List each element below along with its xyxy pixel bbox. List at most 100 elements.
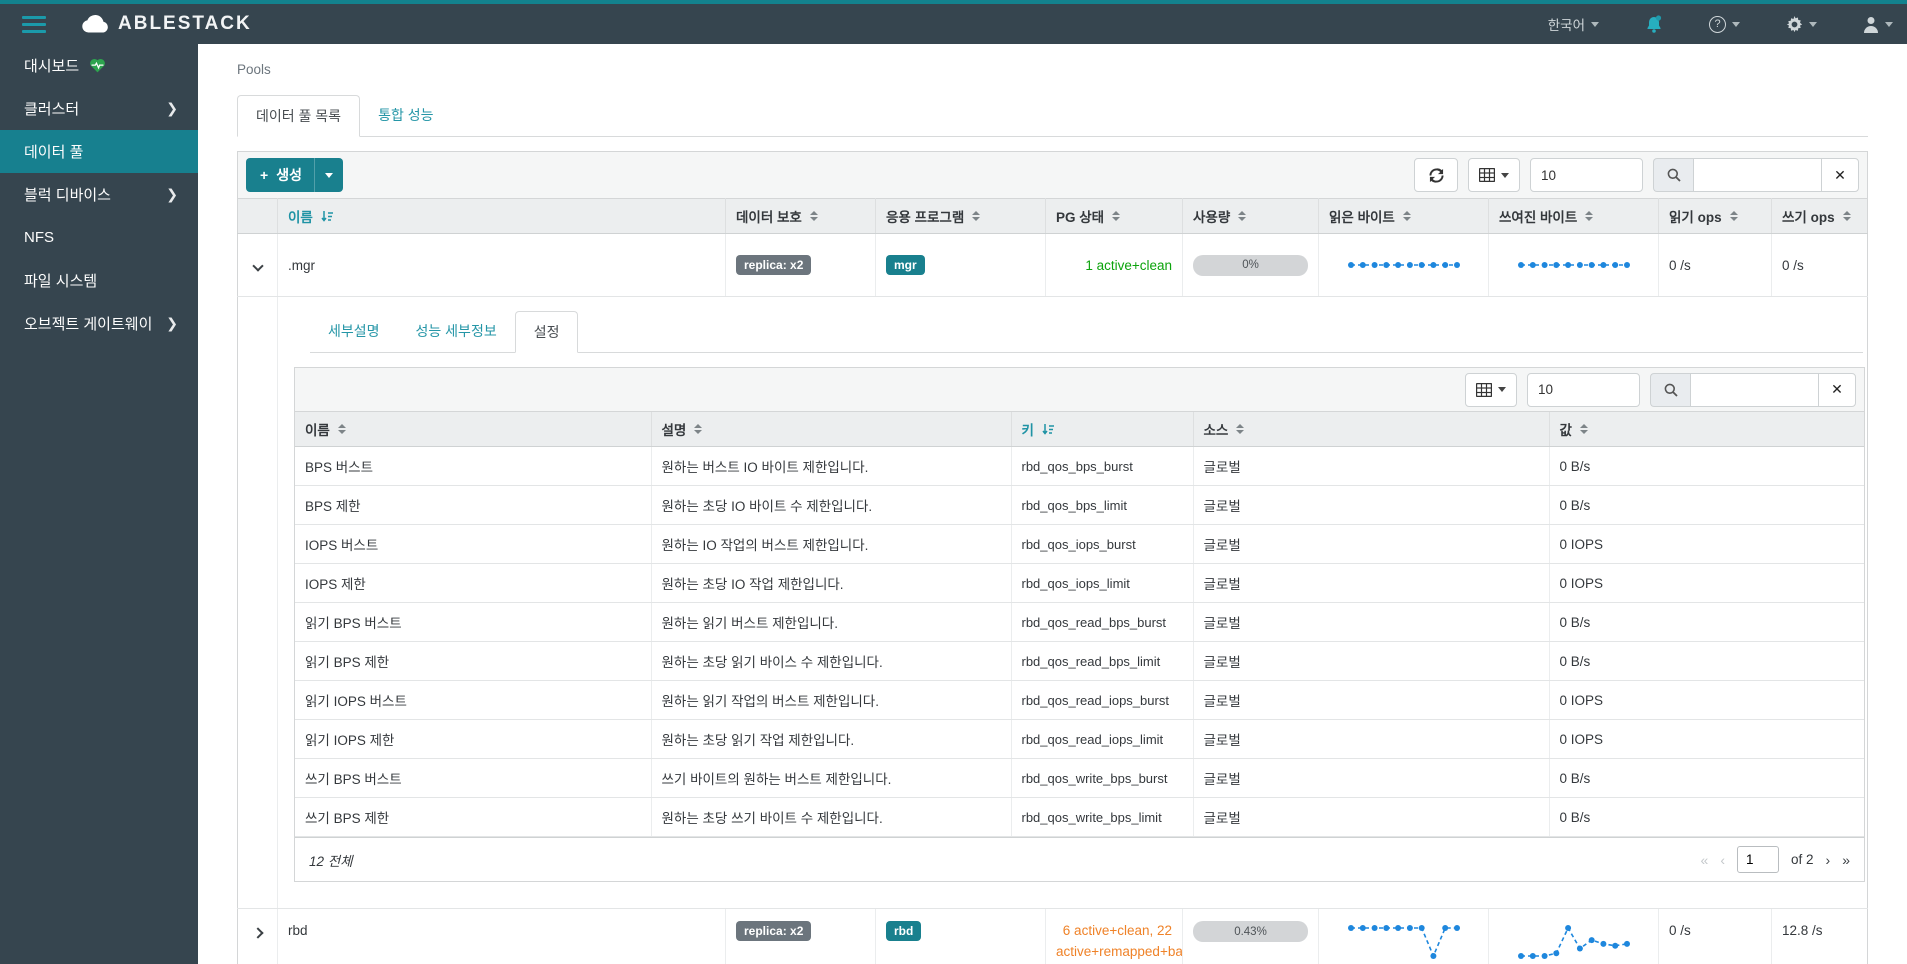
language-dropdown[interactable]: 한국어 xyxy=(1548,14,1599,34)
setting-description: 원하는 읽기 버스트 제한입니다. xyxy=(651,602,1012,642)
chevron-down-icon xyxy=(1498,387,1506,392)
page-number-input[interactable] xyxy=(1737,846,1779,873)
setting-value: 0 B/s xyxy=(1549,485,1864,525)
settings-table-row[interactable]: 읽기 IOPS 버스트 원하는 읽기 작업의 버스트 제한입니다. rbd_qo… xyxy=(295,680,1864,720)
column-header-value[interactable]: 값 xyxy=(1549,412,1864,447)
settings-table-row[interactable]: BPS 제한 원하는 초당 IO 바이트 수 제한입니다. rbd_qos_bp… xyxy=(295,485,1864,525)
mgr-detail-tabbar: 세부설명 성능 세부정보 설정 xyxy=(310,311,1863,353)
settings-clear-search-button[interactable]: ✕ xyxy=(1818,372,1856,407)
settings-table-row[interactable]: IOPS 제한 원하는 초당 IO 작업 제한입니다. rbd_qos_iops… xyxy=(295,563,1864,603)
write-bytes-sparkline xyxy=(1488,233,1659,297)
search-input[interactable] xyxy=(1693,158,1821,192)
settings-table-row[interactable]: 쓰기 BPS 제한 원하는 초당 쓰기 바이트 수 제한입니다. rbd_qos… xyxy=(295,797,1864,837)
create-button[interactable]: + 생성 xyxy=(246,158,343,192)
write-bytes-sparkline xyxy=(1488,908,1659,964)
sidebar-item-cluster[interactable]: 클러스터 ❯ xyxy=(0,87,198,130)
setting-source: 글로벌 xyxy=(1193,485,1550,525)
column-header-read-bytes[interactable]: 읽은 바이트 xyxy=(1318,198,1489,234)
settings-table-row[interactable]: 읽기 BPS 제한 원하는 초당 읽기 바이스 수 제한입니다. rbd_qos… xyxy=(295,641,1864,681)
chevron-down-icon xyxy=(324,172,333,178)
column-header-protection[interactable]: 데이터 보호 xyxy=(725,198,876,234)
tab-performance-details[interactable]: 성능 세부정보 xyxy=(398,311,515,352)
column-header-usage[interactable]: 사용량 xyxy=(1182,198,1319,234)
chevron-right-icon: ❯ xyxy=(166,315,178,331)
tab-pool-list[interactable]: 데이터 풀 목록 xyxy=(237,95,361,137)
settings-table-row[interactable]: IOPS 버스트 원하는 IO 작업의 버스트 제한입니다. rbd_qos_i… xyxy=(295,524,1864,564)
refresh-button[interactable] xyxy=(1414,158,1458,192)
search-group: ✕ xyxy=(1653,158,1859,192)
column-header-source[interactable]: 소스 xyxy=(1193,412,1550,447)
settings-search-group: ✕ xyxy=(1650,372,1856,407)
column-header-description[interactable]: 설명 xyxy=(651,412,1012,447)
settings-header-row: 이름 설명 키 소스 값 xyxy=(295,412,1864,447)
setting-source: 글로벌 xyxy=(1193,758,1550,798)
clear-search-button[interactable]: ✕ xyxy=(1821,158,1859,192)
setting-key: rbd_qos_bps_burst xyxy=(1011,446,1194,486)
column-header-write-bytes[interactable]: 쓰여진 바이트 xyxy=(1488,198,1659,234)
sidebar-item-block-devices[interactable]: 블럭 디바이스 ❯ xyxy=(0,173,198,216)
settings-table-row[interactable]: 읽기 BPS 버스트 원하는 읽기 버스트 제한입니다. rbd_qos_rea… xyxy=(295,602,1864,642)
refresh-icon xyxy=(1428,167,1444,183)
last-page-button[interactable]: » xyxy=(1842,852,1850,868)
column-header-read-ops[interactable]: 읽기 ops xyxy=(1658,198,1772,234)
settings-table-row[interactable]: 읽기 IOPS 제한 원하는 초당 읽기 작업 제한입니다. rbd_qos_r… xyxy=(295,719,1864,759)
setting-name: BPS 버스트 xyxy=(295,446,652,486)
column-header-name[interactable]: 이름 xyxy=(295,412,652,447)
tab-overall-performance[interactable]: 통합 성능 xyxy=(360,95,451,136)
read-ops: 0 /s xyxy=(1658,908,1772,964)
protection-badge: replica: x2 xyxy=(736,255,812,275)
column-header-pg-status[interactable]: PG 상태 xyxy=(1045,198,1183,234)
first-page-button[interactable]: « xyxy=(1701,852,1709,868)
sidebar-item-nfs[interactable]: NFS xyxy=(0,216,198,259)
settings-column-visibility-button[interactable] xyxy=(1465,372,1517,407)
chevron-down-icon xyxy=(1591,21,1599,27)
setting-key: rbd_qos_bps_limit xyxy=(1011,485,1194,525)
next-page-button[interactable]: › xyxy=(1826,852,1831,868)
sort-active-icon xyxy=(321,210,334,223)
sidebar-item-object-gateway[interactable]: 오브젝트 게이트웨이 ❯ xyxy=(0,302,198,345)
sidebar-item-filesystem[interactable]: 파일 시스템 xyxy=(0,259,198,302)
column-header-name[interactable]: 이름 xyxy=(277,198,726,234)
create-dropdown-toggle[interactable] xyxy=(313,158,343,192)
setting-key: rbd_qos_read_bps_limit xyxy=(1011,641,1194,681)
collapse-row-icon[interactable] xyxy=(251,259,264,272)
column-header-write-ops[interactable]: 쓰기 ops xyxy=(1771,198,1868,234)
setting-description: 원하는 초당 읽기 바이스 수 제한입니다. xyxy=(651,641,1012,681)
prev-page-button[interactable]: ‹ xyxy=(1720,852,1725,868)
settings-table-row[interactable]: 쓰기 BPS 버스트 쓰기 바이트의 원하는 버스트 제한입니다. rbd_qo… xyxy=(295,758,1864,798)
column-visibility-button[interactable] xyxy=(1468,158,1520,192)
table-row-mgr[interactable]: .mgr replica: x2 mgr 1 active+clean 0% 0… xyxy=(237,233,1868,297)
read-ops: 0 /s xyxy=(1658,233,1772,297)
sort-icon xyxy=(1842,211,1851,221)
setting-key: rbd_qos_read_bps_burst xyxy=(1011,602,1194,642)
tab-details[interactable]: 세부설명 xyxy=(310,311,398,352)
gear-icon xyxy=(1786,15,1803,33)
tab-configuration[interactable]: 설정 xyxy=(514,311,579,353)
settings-total-count: 12 전체 xyxy=(309,853,353,869)
setting-source: 글로벌 xyxy=(1193,680,1550,720)
chevron-right-icon: ❯ xyxy=(166,100,178,116)
write-ops: 0 /s xyxy=(1771,233,1868,297)
expand-row-icon[interactable] xyxy=(251,927,264,939)
user-dropdown[interactable] xyxy=(1863,16,1893,33)
sort-icon xyxy=(1402,211,1411,221)
brand-logo[interactable]: ABLESTACK xyxy=(80,13,252,35)
pg-status: 6 active+clean, 22 active+remapped+backf… xyxy=(1056,923,1183,959)
settings-dropdown[interactable] xyxy=(1786,15,1817,33)
table-row-rbd[interactable]: rbd replica: x2 rbd 6 active+clean, 22 a… xyxy=(237,908,1868,964)
settings-table-row[interactable]: BPS 버스트 원하는 버스트 IO 바이트 제한입니다. rbd_qos_bp… xyxy=(295,446,1864,486)
column-header-key[interactable]: 키 xyxy=(1011,412,1194,447)
notifications-button[interactable] xyxy=(1645,14,1663,34)
setting-key: rbd_qos_write_bps_limit xyxy=(1011,797,1194,837)
sidebar-item-pools[interactable]: 데이터 풀 xyxy=(0,130,198,173)
sidebar-item-dashboard[interactable]: 대시보드 xyxy=(0,44,198,87)
settings-search-input[interactable] xyxy=(1690,372,1818,407)
setting-description: 쓰기 바이트의 원하는 버스트 제한입니다. xyxy=(651,758,1012,798)
help-dropdown[interactable]: ? xyxy=(1709,15,1740,33)
settings-page-size-input[interactable] xyxy=(1527,372,1640,407)
chevron-down-icon xyxy=(1885,21,1893,27)
page-size-input[interactable] xyxy=(1530,158,1643,192)
setting-key: rbd_qos_read_iops_burst xyxy=(1011,680,1194,720)
setting-value: 0 IOPS xyxy=(1549,524,1864,564)
column-header-application[interactable]: 응용 프로그램 xyxy=(875,198,1046,234)
